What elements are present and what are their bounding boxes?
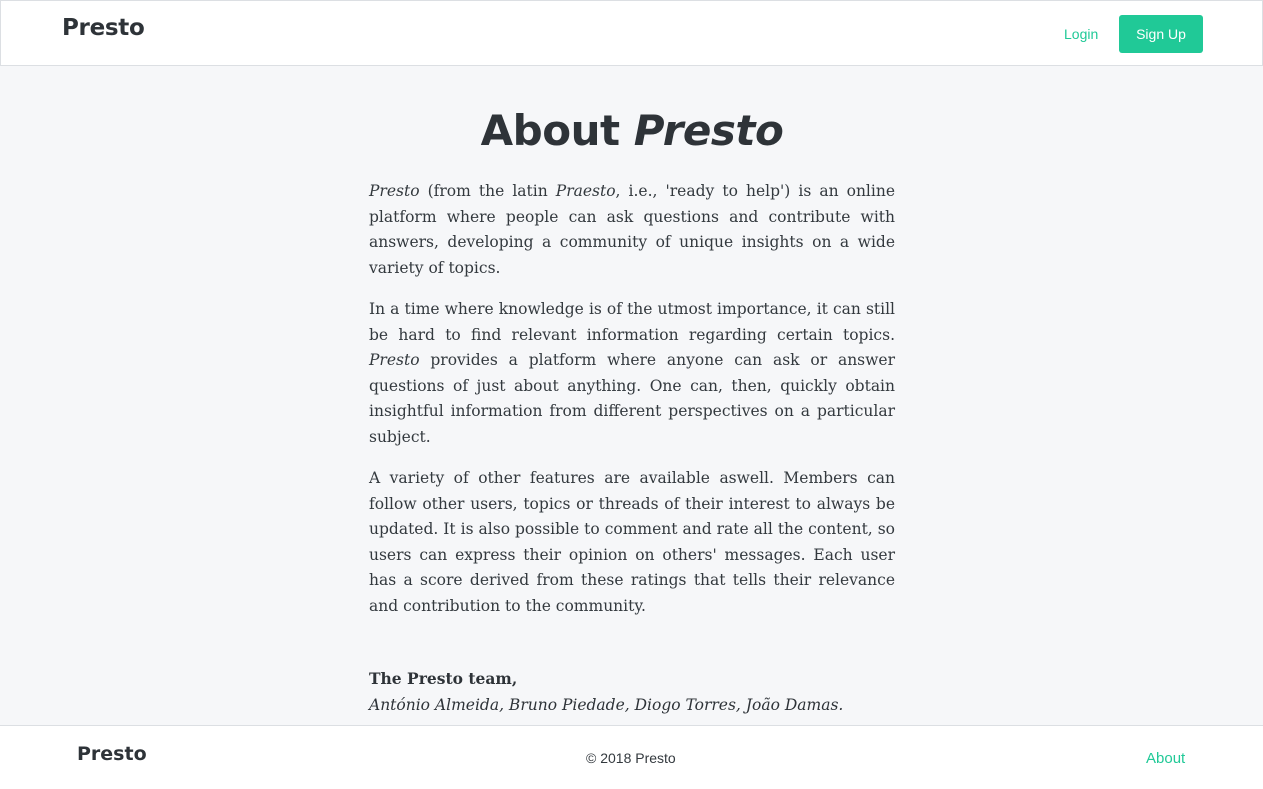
page-title-italic: Presto <box>633 106 784 155</box>
about-paragraph-1: Presto (from the latin Praesto, i.e., 'r… <box>369 179 895 281</box>
page-footer: Presto © 2018 Presto About <box>0 725 1263 789</box>
page-title-plain: About <box>480 106 620 155</box>
signature-names: António Almeida, Bruno Piedade, Diogo To… <box>369 696 844 714</box>
paragraph-3-text-1: A variety of other features are availabl… <box>369 469 895 615</box>
signup-button[interactable]: Sign Up <box>1119 15 1203 53</box>
navbar-brand[interactable]: Presto <box>62 15 145 41</box>
about-paragraph-3: A variety of other features are availabl… <box>369 466 895 619</box>
about-content: About Presto Presto (from the latin Prae… <box>369 100 895 718</box>
signature-title: The Presto team, <box>369 669 518 688</box>
paragraph-2-italic-mid: Presto <box>369 351 420 369</box>
footer-about-link[interactable]: About <box>1146 750 1185 767</box>
paragraph-1-text-1: (from the latin <box>419 182 556 200</box>
paragraph-1-italic-mid: Praesto <box>555 182 616 200</box>
login-link[interactable]: Login <box>1064 26 1098 42</box>
team-signature: The Presto team, António Almeida, Bruno … <box>369 666 895 718</box>
about-paragraph-2: In a time where knowledge is of the utmo… <box>369 297 895 450</box>
footer-copyright: © 2018 Presto <box>586 750 676 766</box>
footer-brand[interactable]: Presto <box>77 743 147 765</box>
top-navbar: Presto Login Sign Up <box>0 0 1263 66</box>
page-title: About Presto <box>369 100 895 162</box>
paragraph-1-italic-start: Presto <box>369 182 420 200</box>
paragraph-2-text-1: In a time where knowledge is of the utmo… <box>369 300 895 344</box>
paragraph-2-text-2: provides a platform where anyone can ask… <box>369 351 895 446</box>
